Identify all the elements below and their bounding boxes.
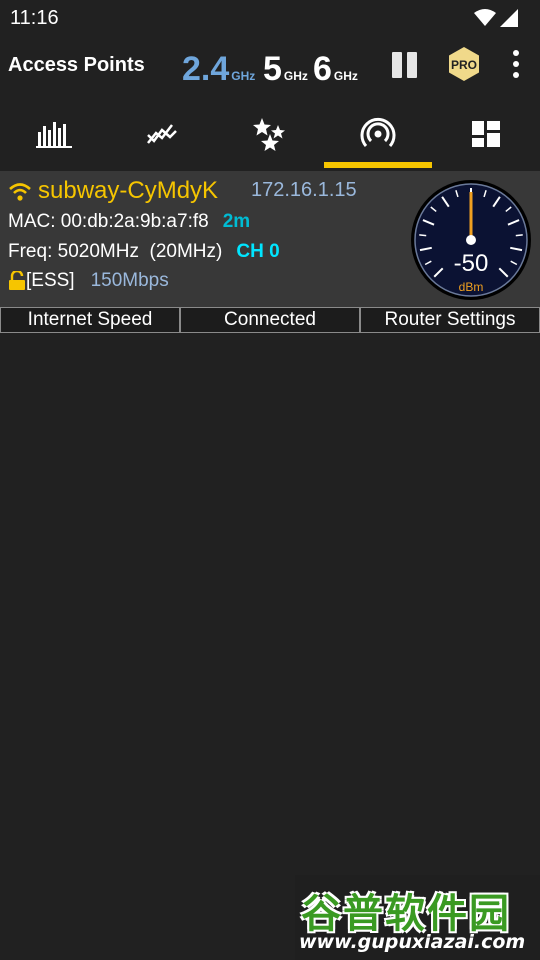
page-title: Access Points — [8, 54, 145, 76]
lock-open-icon — [9, 271, 25, 290]
watermark-url: www.gupuxiazai.com — [299, 931, 526, 953]
watermark: 谷普软件园 www.gupuxiazai.com — [295, 875, 540, 960]
band-6-ghz-toggle[interactable]: 6 GHz — [313, 50, 358, 89]
connected-button[interactable]: Connected — [180, 307, 360, 333]
more-vert-icon — [513, 50, 519, 56]
access-points-icon — [360, 117, 396, 147]
frequency-row: Freq: 5020MHz (20MHz) CH 0 — [8, 241, 280, 263]
security-row: [ESS] 150Mbps — [8, 270, 169, 292]
frequency: Freq: 5020MHz (20MHz) — [8, 241, 223, 262]
signal-unit: dBm — [459, 280, 484, 294]
app-bar: Access Points 2.4 GHz 5 GHz 6 GHz PRO — [0, 36, 540, 100]
pro-label: PRO — [451, 58, 477, 72]
dashboard-icon — [472, 121, 500, 147]
band-value: 6 — [313, 50, 332, 88]
channel-label: CH 0 — [236, 241, 280, 262]
internet-speed-button[interactable]: Internet Speed — [0, 307, 180, 333]
security-type: [ESS] — [26, 270, 75, 291]
mac-address: MAC: 00:db:2a:9b:a7:f8 — [8, 211, 209, 232]
signal-value: -50 — [454, 250, 489, 277]
max-rate: 150Mbps — [90, 270, 169, 291]
tab-dashboard[interactable] — [432, 100, 540, 168]
band-unit: GHz — [333, 69, 358, 83]
band-value: 5 — [263, 50, 282, 88]
tab-access-points[interactable] — [324, 100, 432, 168]
ssid-label: subway-CyMdyK — [38, 177, 219, 204]
ssid-row: subway-CyMdyK — [8, 177, 218, 205]
more-options-button[interactable] — [508, 50, 524, 80]
channel-rating-icon — [253, 118, 285, 151]
status-icons — [474, 9, 518, 27]
time-graph-icon — [147, 124, 177, 144]
action-row: Internet Speed Connected Router Settings — [0, 307, 540, 333]
band-unit: GHz — [231, 69, 256, 83]
wifi-signal-icon — [9, 183, 31, 201]
router-settings-button[interactable]: Router Settings — [360, 307, 540, 333]
tab-channel-rating[interactable] — [216, 100, 324, 168]
mac-row: MAC: 00:db:2a:9b:a7:f8 2m — [8, 211, 250, 233]
band-2-4-ghz-toggle[interactable]: 2.4 GHz — [182, 50, 255, 89]
band-unit: GHz — [283, 69, 308, 83]
selected-tab-indicator — [324, 162, 432, 168]
pro-badge-icon: PRO — [449, 47, 479, 81]
tab-bar — [0, 100, 540, 168]
pro-button[interactable]: PRO — [446, 46, 482, 82]
status-bar: 11:16 — [0, 0, 540, 36]
cell-signal-icon — [500, 9, 518, 27]
gauge-tick — [419, 234, 427, 237]
distance: 2m — [222, 211, 251, 232]
pause-button[interactable] — [390, 50, 420, 80]
band-5-ghz-toggle[interactable]: 5 GHz — [263, 50, 308, 89]
pause-icon — [392, 52, 402, 78]
gauge-tick — [515, 234, 523, 237]
channel-graph-icon — [36, 122, 72, 148]
clock: 11:16 — [10, 6, 59, 29]
tab-time-graph[interactable] — [108, 100, 216, 168]
signal-gauge: -50 dBm — [410, 179, 532, 301]
wifi-status-icon — [474, 9, 496, 26]
band-value: 2.4 — [182, 50, 230, 88]
tab-channel-graph[interactable] — [0, 100, 108, 168]
ip-address: 172.16.1.15 — [251, 179, 357, 201]
